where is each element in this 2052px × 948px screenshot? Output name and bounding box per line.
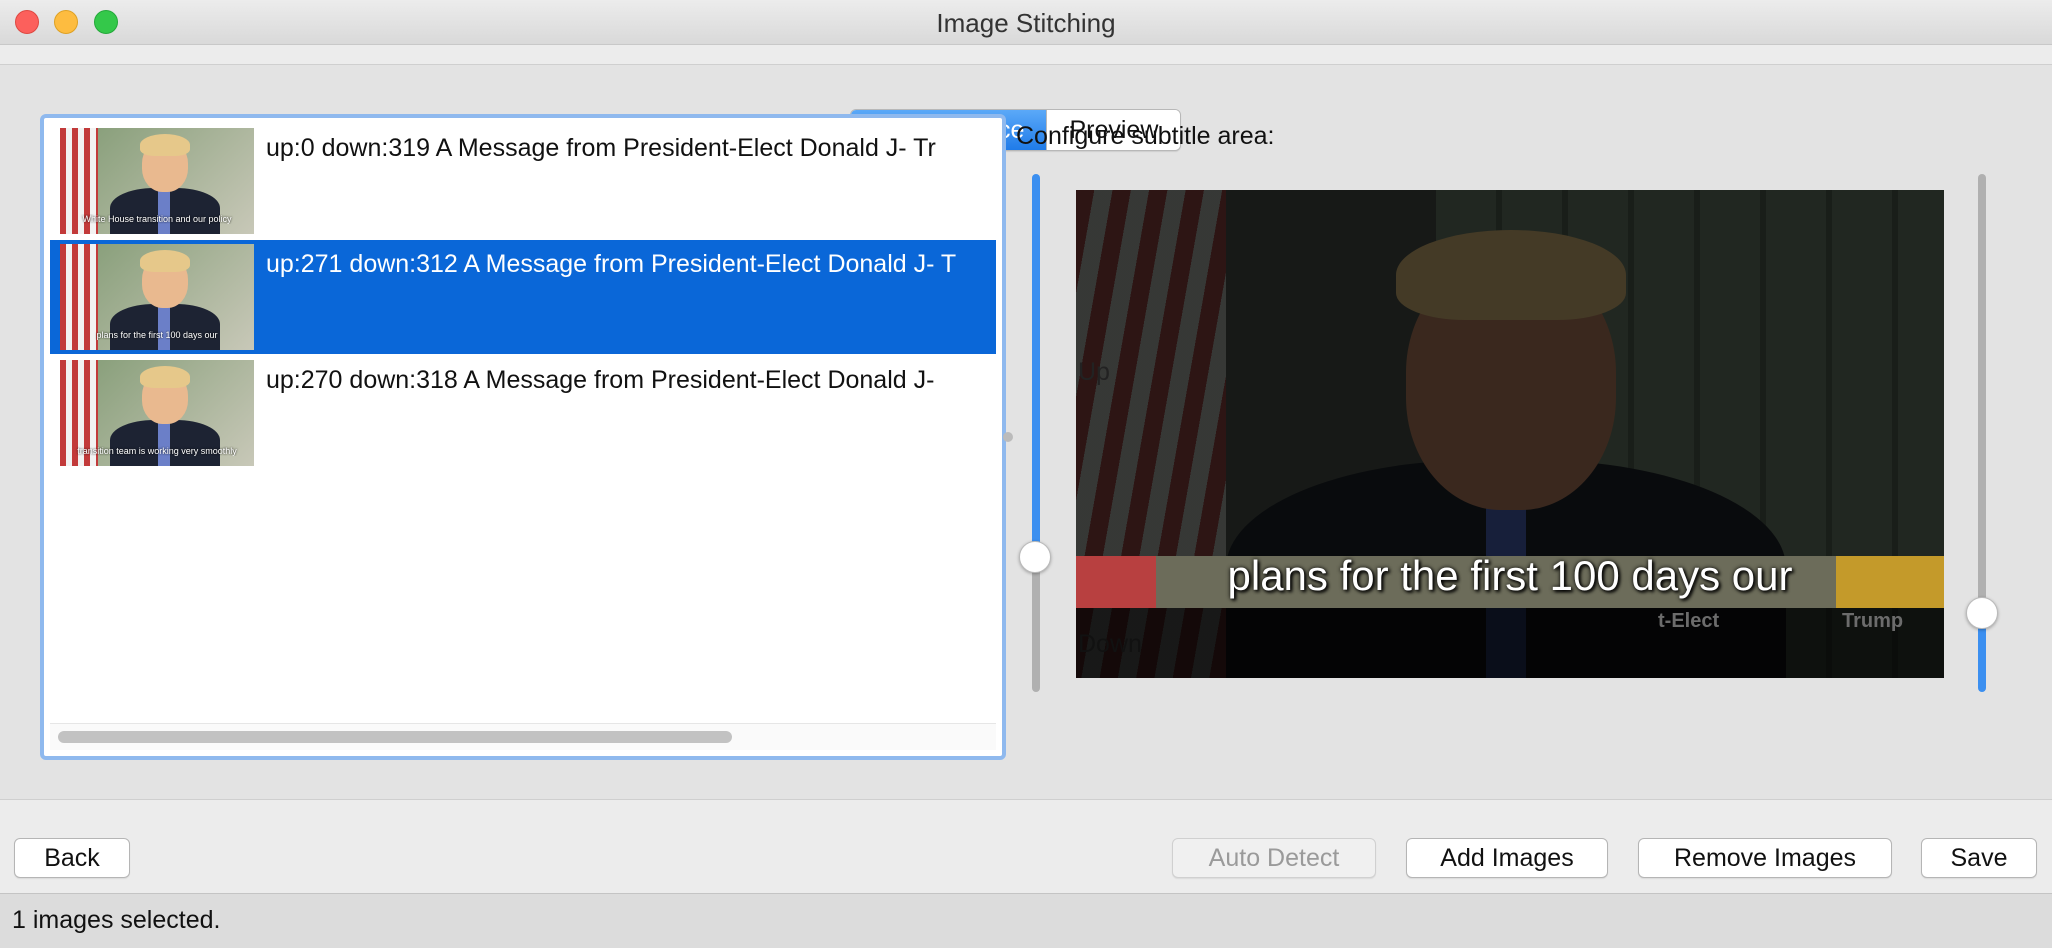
- title-bar: Image Stitching: [0, 0, 2052, 45]
- configure-subtitle-label: Configure subtitle area:: [1016, 122, 1275, 150]
- list-item[interactable]: transition team is working very smoothly…: [50, 356, 996, 470]
- faint-overlay-text: Trump: [1842, 610, 1904, 632]
- up-label: Up: [1078, 358, 1110, 386]
- split-view-handle[interactable]: [1003, 432, 1013, 442]
- remove-images-button[interactable]: Remove Images: [1638, 838, 1892, 878]
- subtitle-preview-image: plans for the first 100 days our t-Elect…: [1076, 190, 1944, 678]
- status-bar: 1 images selected.: [0, 893, 2052, 948]
- window-title: Image Stitching: [936, 8, 1116, 38]
- scrollbar-thumb[interactable]: [58, 731, 732, 743]
- save-button[interactable]: Save: [1921, 838, 2037, 878]
- image-thumbnail: White House transition and our policy: [60, 128, 254, 234]
- image-list-frame: White House transition and our policy up…: [40, 114, 1006, 760]
- thumbnail-caption: White House transition and our policy: [82, 214, 232, 224]
- thumbnail-caption: transition team is working very smoothly: [77, 446, 237, 456]
- image-thumbnail: transition team is working very smoothly: [60, 360, 254, 466]
- back-button[interactable]: Back: [14, 838, 130, 878]
- list-item[interactable]: plans for the first 100 days our up:271 …: [50, 240, 996, 354]
- horizontal-scrollbar[interactable]: [50, 723, 996, 750]
- up-slider-fill: [1032, 174, 1040, 558]
- thumbnail-caption: plans for the first 100 days our: [96, 330, 218, 340]
- list-item-label: up:271 down:312 A Message from President…: [266, 250, 957, 278]
- faint-overlay-text: t-Elect: [1658, 610, 1720, 632]
- up-slider-knob[interactable]: [1019, 541, 1051, 573]
- image-thumbnail: plans for the first 100 days our: [60, 244, 254, 350]
- status-text: 1 images selected.: [12, 906, 221, 934]
- down-slider-track[interactable]: [1978, 174, 1986, 614]
- down-label: Down: [1078, 630, 1142, 658]
- up-slider-track[interactable]: [1032, 558, 1040, 692]
- list-item-label: up:0 down:319 A Message from President-E…: [266, 134, 936, 162]
- preview-subtitle-text: plans for the first 100 days our: [1227, 552, 1793, 599]
- list-item-label: up:270 down:318 A Message from President…: [266, 366, 935, 394]
- down-slider-knob[interactable]: [1966, 597, 1998, 629]
- auto-detect-button[interactable]: Auto Detect: [1172, 838, 1376, 878]
- add-images-button[interactable]: Add Images: [1406, 838, 1608, 878]
- image-list[interactable]: White House transition and our policy up…: [50, 124, 996, 722]
- list-item[interactable]: White House transition and our policy up…: [50, 124, 996, 238]
